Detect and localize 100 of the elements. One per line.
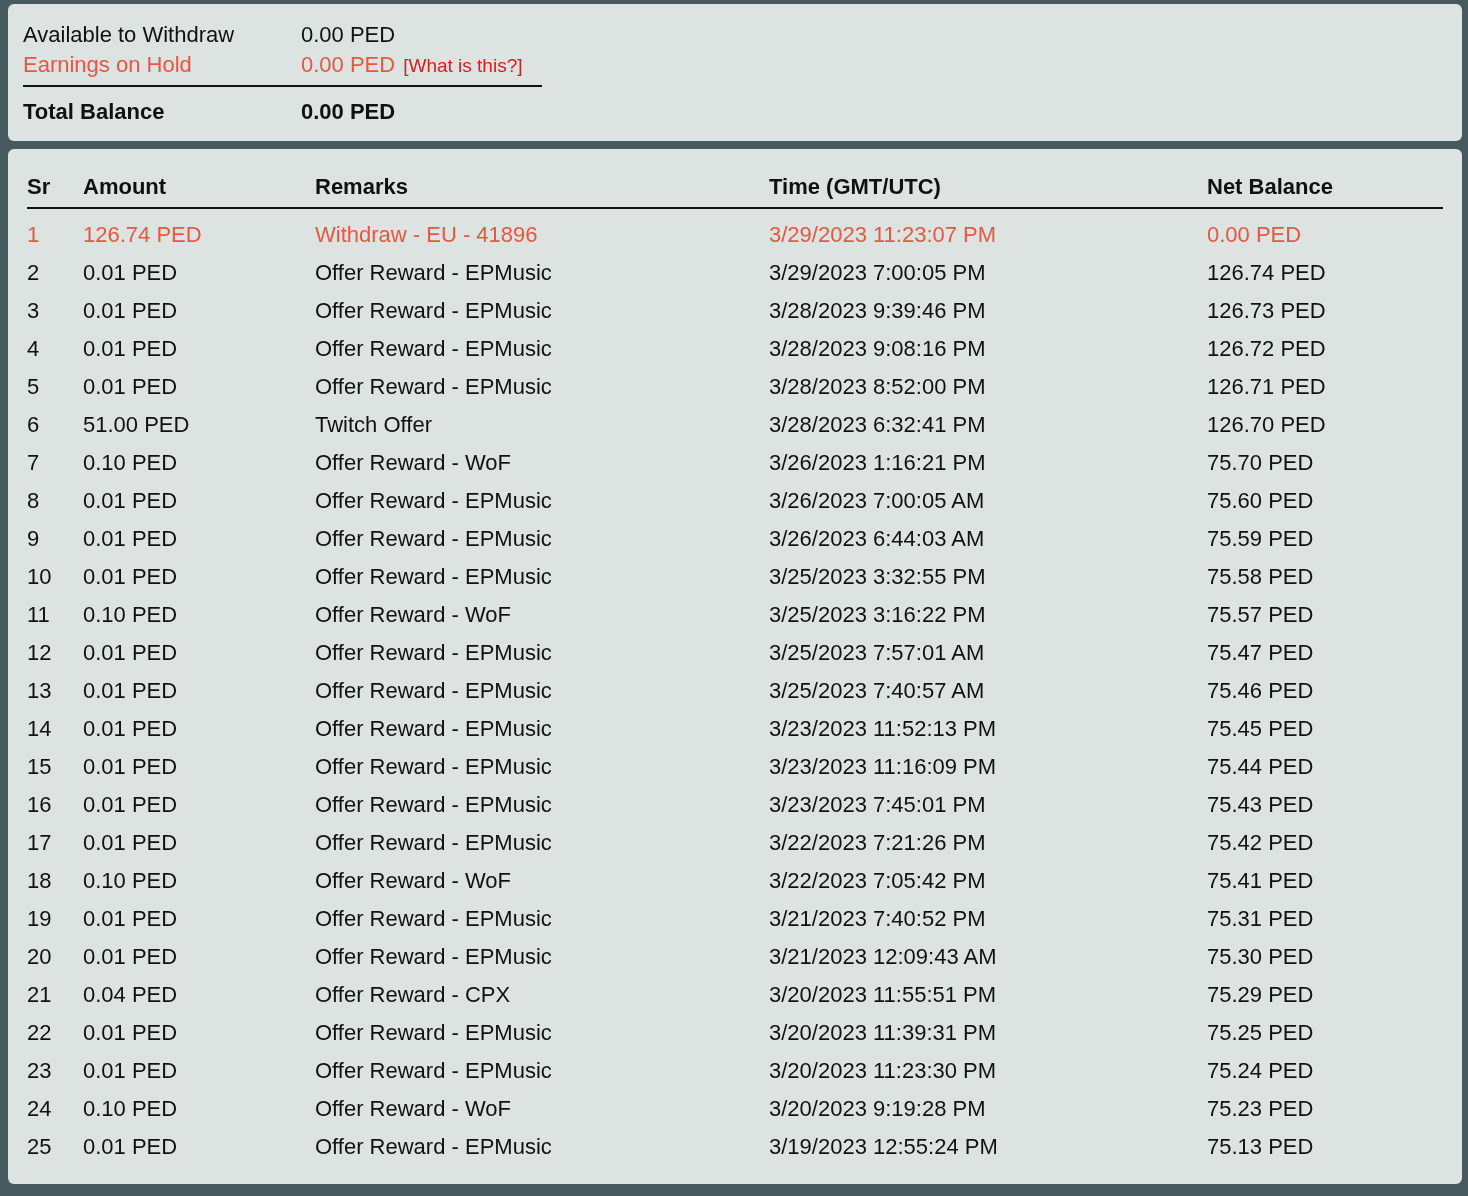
table-cell-text: Offer Reward - EPMusic (315, 260, 553, 286)
table-cell-text: Offer Reward - EPMusic (315, 488, 553, 514)
table-cell-text: 1 (27, 222, 41, 248)
table-cell-text: 17 (27, 830, 53, 856)
table-cell-text: 0.10 PED (83, 868, 179, 894)
table-cell-text: 0.01 PED (83, 260, 179, 286)
table-cell-text: Offer Reward - CPX (315, 982, 512, 1008)
table-cell-text: 75.59 PED (1207, 526, 1315, 552)
table-cell-text: 0.01 PED (83, 830, 179, 856)
table-cell-text: 126.74 PED (1207, 260, 1327, 286)
table-cell-text: 8 (27, 488, 41, 514)
table-cell-text: 0.01 PED (83, 906, 179, 932)
table-cell-text: 3/29/2023 7:00:05 PM (769, 260, 987, 286)
table-cell-text: 0.01 PED (83, 526, 179, 552)
table-cell-text: 23 (27, 1058, 53, 1084)
table-cell-text: 3/25/2023 3:16:22 PM (769, 602, 987, 628)
balance-value: 0.00 PED (301, 51, 396, 79)
table-cell-text: 0.01 PED (83, 640, 179, 666)
table-cell-text: 0.10 PED (83, 1096, 179, 1122)
table-cell-text: 11 (27, 602, 51, 628)
table-cell-text: 3/20/2023 9:19:28 PM (769, 1096, 987, 1122)
table-cell-text: Offer Reward - EPMusic (315, 754, 553, 780)
table-cell-text: 9 (27, 526, 41, 552)
table-cell-text: 75.25 PED (1207, 1020, 1315, 1046)
table-cell-text: 22 (27, 1020, 53, 1046)
balance-value: 0.00 PED (301, 21, 396, 49)
table-cell-text: 3/28/2023 6:32:41 PM (769, 412, 987, 438)
table-cell-text: Offer Reward - EPMusic (315, 336, 553, 362)
table-cell-text: 24 (27, 1096, 53, 1122)
table-cell-text: 126.73 PED (1207, 298, 1327, 324)
table-cell-text: 126.74 PED (83, 222, 203, 248)
column-header: Amount (83, 174, 168, 200)
table-cell-text: 75.42 PED (1207, 830, 1315, 856)
table-cell-text: 0.01 PED (83, 336, 179, 362)
table-cell-text: 0.01 PED (83, 1058, 179, 1084)
table-cell-text: 0.01 PED (83, 564, 179, 590)
table-cell-text: Offer Reward - WoF (315, 602, 512, 628)
table-cell-text: 19 (27, 906, 53, 932)
table-cell-text: 4 (27, 336, 41, 362)
table-cell-text: 3/22/2023 7:05:42 PM (769, 868, 987, 894)
table-cell-text: 75.44 PED (1207, 754, 1315, 780)
table-cell-text: 0.04 PED (83, 982, 179, 1008)
balance-label: Earnings on Hold (23, 51, 193, 79)
table-cell-text: 3/25/2023 7:40:57 AM (769, 678, 986, 704)
table-cell-text: Offer Reward - WoF (315, 868, 512, 894)
table-cell-text: 75.70 PED (1207, 450, 1315, 476)
table-cell-text: 3/21/2023 12:09:43 AM (769, 944, 998, 970)
table-cell-text: 10 (27, 564, 53, 590)
table-cell-text: 3/26/2023 1:16:21 PM (769, 450, 987, 476)
table-cell-text: Offer Reward - EPMusic (315, 374, 553, 400)
table-cell-text: 15 (27, 754, 53, 780)
table-cell-text: Offer Reward - EPMusic (315, 298, 553, 324)
table-cell-text: 5 (27, 374, 41, 400)
table-cell-text: 75.31 PED (1207, 906, 1315, 932)
balance-value: 0.00 PED (301, 98, 396, 126)
table-cell-text: 75.24 PED (1207, 1058, 1315, 1084)
table-cell-text: 3/29/2023 11:23:07 PM (769, 222, 998, 248)
table-cell-text: 0.00 PED (1207, 222, 1303, 248)
column-header: Sr (27, 174, 52, 200)
table-cell-text: 3/19/2023 12:55:24 PM (769, 1134, 999, 1160)
table-cell-text: 75.45 PED (1207, 716, 1315, 742)
table-cell-text: 0.10 PED (83, 602, 179, 628)
table-cell-text: 6 (27, 412, 41, 438)
table-cell-text: 3 (27, 298, 41, 324)
table-cell-text: 126.72 PED (1207, 336, 1327, 362)
table-cell-text: Offer Reward - WoF (315, 1096, 512, 1122)
table-cell-text: 126.70 PED (1207, 412, 1327, 438)
table-cell-text: 0.01 PED (83, 374, 179, 400)
table-cell-text: Offer Reward - EPMusic (315, 716, 553, 742)
table-cell-text: 7 (27, 450, 41, 476)
table-cell-text: 75.30 PED (1207, 944, 1315, 970)
table-cell-text: 0.01 PED (83, 944, 179, 970)
table-cell-text: 3/21/2023 7:40:52 PM (769, 906, 987, 932)
table-cell-text: 3/28/2023 9:39:46 PM (769, 298, 987, 324)
table-cell-text: Offer Reward - EPMusic (315, 1020, 553, 1046)
table-cell-text: Offer Reward - WoF (315, 450, 512, 476)
table-cell-text: 75.57 PED (1207, 602, 1315, 628)
table-cell-text: Offer Reward - EPMusic (315, 830, 553, 856)
table-cell-text: 0.01 PED (83, 678, 179, 704)
table-cell-text: 75.41 PED (1207, 868, 1315, 894)
what-is-this-link[interactable]: [What is this?] (403, 51, 523, 81)
table-cell-text: 75.60 PED (1207, 488, 1315, 514)
table-cell-text: 3/23/2023 11:16:09 PM (769, 754, 998, 780)
table-cell-text: 20 (27, 944, 53, 970)
table-cell-text: 75.29 PED (1207, 982, 1315, 1008)
table-cell-text: Offer Reward - EPMusic (315, 1058, 553, 1084)
table-cell-text: 0.01 PED (83, 792, 179, 818)
table-cell-text: 0.01 PED (83, 754, 179, 780)
table-cell-text: 14 (27, 716, 53, 742)
table-cell-text: 3/22/2023 7:21:26 PM (769, 830, 987, 856)
table-cell-text: 3/25/2023 3:32:55 PM (769, 564, 987, 590)
table-cell-text: 75.23 PED (1207, 1096, 1315, 1122)
table-cell-text: 18 (27, 868, 53, 894)
table-cell-text: 0.01 PED (83, 298, 179, 324)
table-cell-text: 16 (27, 792, 53, 818)
table-cell-text: Offer Reward - EPMusic (315, 564, 553, 590)
table-cell-text: 12 (27, 640, 53, 666)
table-cell-text: 3/28/2023 9:08:16 PM (769, 336, 987, 362)
table-cell-text: 3/23/2023 11:52:13 PM (769, 716, 998, 742)
balance-label: Available to Withdraw (23, 21, 236, 49)
